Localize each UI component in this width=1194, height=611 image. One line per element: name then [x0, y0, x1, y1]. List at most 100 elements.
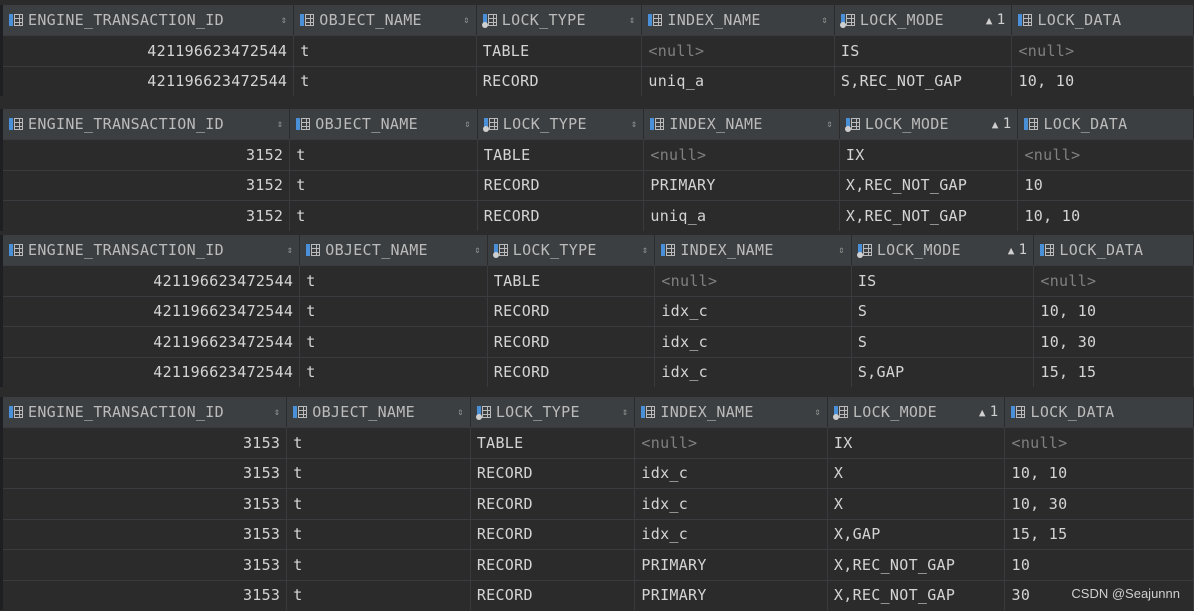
column-header-lock-mode[interactable]: LOCK_MODE ▲ 1 — [835, 5, 1013, 35]
table-cell[interactable]: TABLE — [471, 428, 636, 458]
column-header-lock-type[interactable]: LOCK_TYPE ⇕ — [471, 397, 636, 427]
table-cell[interactable]: uniq_a — [642, 66, 835, 96]
table-row[interactable]: 3153 t RECORD idx_c X 10, 10 — [3, 457, 1194, 488]
column-header-lock-data[interactable]: LOCK_DATA — [1012, 5, 1194, 35]
column-header-lock-mode[interactable]: LOCK_MODE ▲ 1 — [840, 109, 1019, 139]
table-row[interactable]: 421196623472544 t RECORD idx_c S,GAP 15, 15 — [3, 356, 1194, 387]
sort-toggle-icon[interactable]: ⇕ — [463, 15, 469, 26]
table-cell[interactable]: uniq_a — [644, 201, 840, 231]
table-cell[interactable]: t — [287, 580, 471, 610]
table-cell[interactable]: 3153 — [3, 489, 288, 519]
table-cell[interactable]: <null> — [1034, 266, 1194, 296]
table-cell[interactable]: RECORD — [471, 519, 636, 549]
column-header-object-name[interactable]: OBJECT_NAME ⇕ — [300, 235, 488, 265]
column-header-object-name[interactable]: OBJECT_NAME ⇕ — [294, 5, 477, 35]
table-cell[interactable]: <null> — [1012, 36, 1194, 66]
column-header-object-name[interactable]: OBJECT_NAME ⇕ — [287, 397, 471, 427]
sort-toggle-icon[interactable]: ⇕ — [274, 407, 280, 418]
table-cell[interactable]: <null> — [642, 36, 835, 66]
table-cell[interactable]: RECORD — [488, 357, 656, 387]
sort-toggle-icon[interactable]: ⇕ — [827, 119, 833, 130]
table-cell[interactable]: IS — [852, 266, 1035, 296]
sort-toggle-icon[interactable]: ⇕ — [457, 407, 463, 418]
table-cell[interactable]: TABLE — [478, 140, 645, 170]
table-cell[interactable]: 3153 — [3, 580, 288, 610]
table-cell[interactable]: IS — [835, 36, 1013, 66]
column-header-object-name[interactable]: OBJECT_NAME ⇕ — [290, 109, 478, 139]
column-header-lock-type[interactable]: LOCK_TYPE ⇕ — [488, 235, 656, 265]
table-cell[interactable]: t — [287, 458, 471, 488]
table-row[interactable]: 3153 t RECORD idx_c X 10, 30 — [3, 488, 1194, 519]
sort-toggle-icon[interactable]: ⇕ — [622, 407, 628, 418]
table-cell[interactable]: X,REC_NOT_GAP — [828, 580, 1006, 610]
table-cell[interactable]: 3153 — [3, 519, 288, 549]
column-header-lock-data[interactable]: LOCK_DATA — [1034, 235, 1194, 265]
table-cell[interactable]: t — [300, 327, 488, 357]
table-cell[interactable]: <null> — [1018, 140, 1194, 170]
table-cell[interactable]: idx_c — [635, 519, 828, 549]
table-cell[interactable]: 3152 — [3, 201, 291, 231]
table-cell[interactable]: idx_c — [635, 489, 828, 519]
table-cell[interactable]: <null> — [1005, 428, 1194, 458]
table-cell[interactable]: idx_c — [655, 357, 852, 387]
table-cell[interactable]: t — [300, 296, 488, 326]
column-header-index-name[interactable]: INDEX_NAME ⇕ — [655, 235, 852, 265]
table-cell[interactable]: 10, 30 — [1005, 489, 1194, 519]
table-cell[interactable]: t — [287, 428, 471, 458]
table-cell[interactable]: S — [852, 327, 1035, 357]
table-cell[interactable]: t — [290, 140, 478, 170]
table-cell[interactable]: RECORD — [477, 66, 643, 96]
column-header-lock-type[interactable]: LOCK_TYPE ⇕ — [478, 109, 645, 139]
table-cell[interactable]: 10, 30 — [1034, 327, 1194, 357]
table-cell[interactable]: <null> — [635, 428, 828, 458]
table-cell[interactable]: idx_c — [635, 458, 828, 488]
table-cell[interactable]: RECORD — [488, 327, 656, 357]
table-cell[interactable]: X,GAP — [828, 519, 1006, 549]
table-cell[interactable]: idx_c — [655, 327, 852, 357]
table-row[interactable]: 3152 t RECORD uniq_a X,REC_NOT_GAP 10, 10 — [3, 200, 1194, 231]
table-cell[interactable]: 3153 — [3, 428, 288, 458]
table-cell[interactable]: RECORD — [471, 458, 636, 488]
table-row[interactable]: 3153 t RECORD PRIMARY X,REC_NOT_GAP 10 — [3, 549, 1194, 580]
sort-toggle-icon[interactable]: ⇕ — [629, 15, 635, 26]
table-cell[interactable]: 10 — [1018, 170, 1194, 200]
table-cell[interactable]: X,REC_NOT_GAP — [840, 201, 1019, 231]
table-cell[interactable]: 421196623472544 — [3, 327, 301, 357]
table-row[interactable]: 421196623472544 t TABLE <null> IS <null> — [3, 35, 1194, 66]
table-cell[interactable]: S — [852, 296, 1035, 326]
table-cell[interactable]: t — [300, 357, 488, 387]
sort-toggle-icon[interactable]: ⇕ — [281, 15, 287, 26]
table-row[interactable]: 3153 t RECORD PRIMARY X,REC_NOT_GAP 30 — [3, 579, 1194, 610]
table-cell[interactable]: 3152 — [3, 140, 291, 170]
sort-toggle-icon[interactable]: ⇕ — [642, 245, 648, 256]
sort-toggle-icon[interactable]: ⇕ — [287, 245, 293, 256]
table-row[interactable]: 3152 t TABLE <null> IX <null> — [3, 139, 1194, 170]
table-cell[interactable]: 3153 — [3, 550, 288, 580]
column-header-lock-type[interactable]: LOCK_TYPE ⇕ — [477, 5, 643, 35]
table-cell[interactable]: RECORD — [478, 201, 645, 231]
table-cell[interactable]: t — [294, 66, 477, 96]
table-row[interactable]: 3152 t RECORD PRIMARY X,REC_NOT_GAP 10 — [3, 169, 1194, 200]
sort-ascending-icon[interactable]: ▲ — [992, 118, 999, 131]
table-cell[interactable]: t — [300, 266, 488, 296]
table-cell[interactable]: IX — [840, 140, 1019, 170]
table-cell[interactable]: 10, 10 — [1005, 458, 1194, 488]
table-cell[interactable]: X,REC_NOT_GAP — [840, 170, 1019, 200]
table-cell[interactable]: 10, 10 — [1034, 296, 1194, 326]
table-cell[interactable]: RECORD — [471, 550, 636, 580]
sort-toggle-icon[interactable]: ⇕ — [839, 245, 845, 256]
table-row[interactable]: 421196623472544 t RECORD uniq_a S,REC_NOT_GA… — [3, 65, 1194, 96]
table-row[interactable]: 421196623472544 t RECORD idx_c S 10, 10 — [3, 295, 1194, 326]
sort-toggle-icon[interactable]: ⇕ — [277, 119, 283, 130]
table-cell[interactable]: 421196623472544 — [3, 36, 295, 66]
column-header-engine-transaction-id[interactable]: ENGINE_TRANSACTION_ID ⇕ — [3, 235, 301, 265]
column-header-engine-transaction-id[interactable]: ENGINE_TRANSACTION_ID ⇕ — [3, 5, 295, 35]
sort-toggle-icon[interactable]: ⇕ — [822, 15, 828, 26]
sort-toggle-icon[interactable]: ⇕ — [474, 245, 480, 256]
table-cell[interactable]: TABLE — [488, 266, 656, 296]
table-cell[interactable]: 3153 — [3, 458, 288, 488]
column-header-engine-transaction-id[interactable]: ENGINE_TRANSACTION_ID ⇕ — [3, 109, 291, 139]
column-header-engine-transaction-id[interactable]: ENGINE_TRANSACTION_ID ⇕ — [3, 397, 288, 427]
table-cell[interactable]: 10, 10 — [1018, 201, 1194, 231]
table-cell[interactable]: 421196623472544 — [3, 66, 295, 96]
